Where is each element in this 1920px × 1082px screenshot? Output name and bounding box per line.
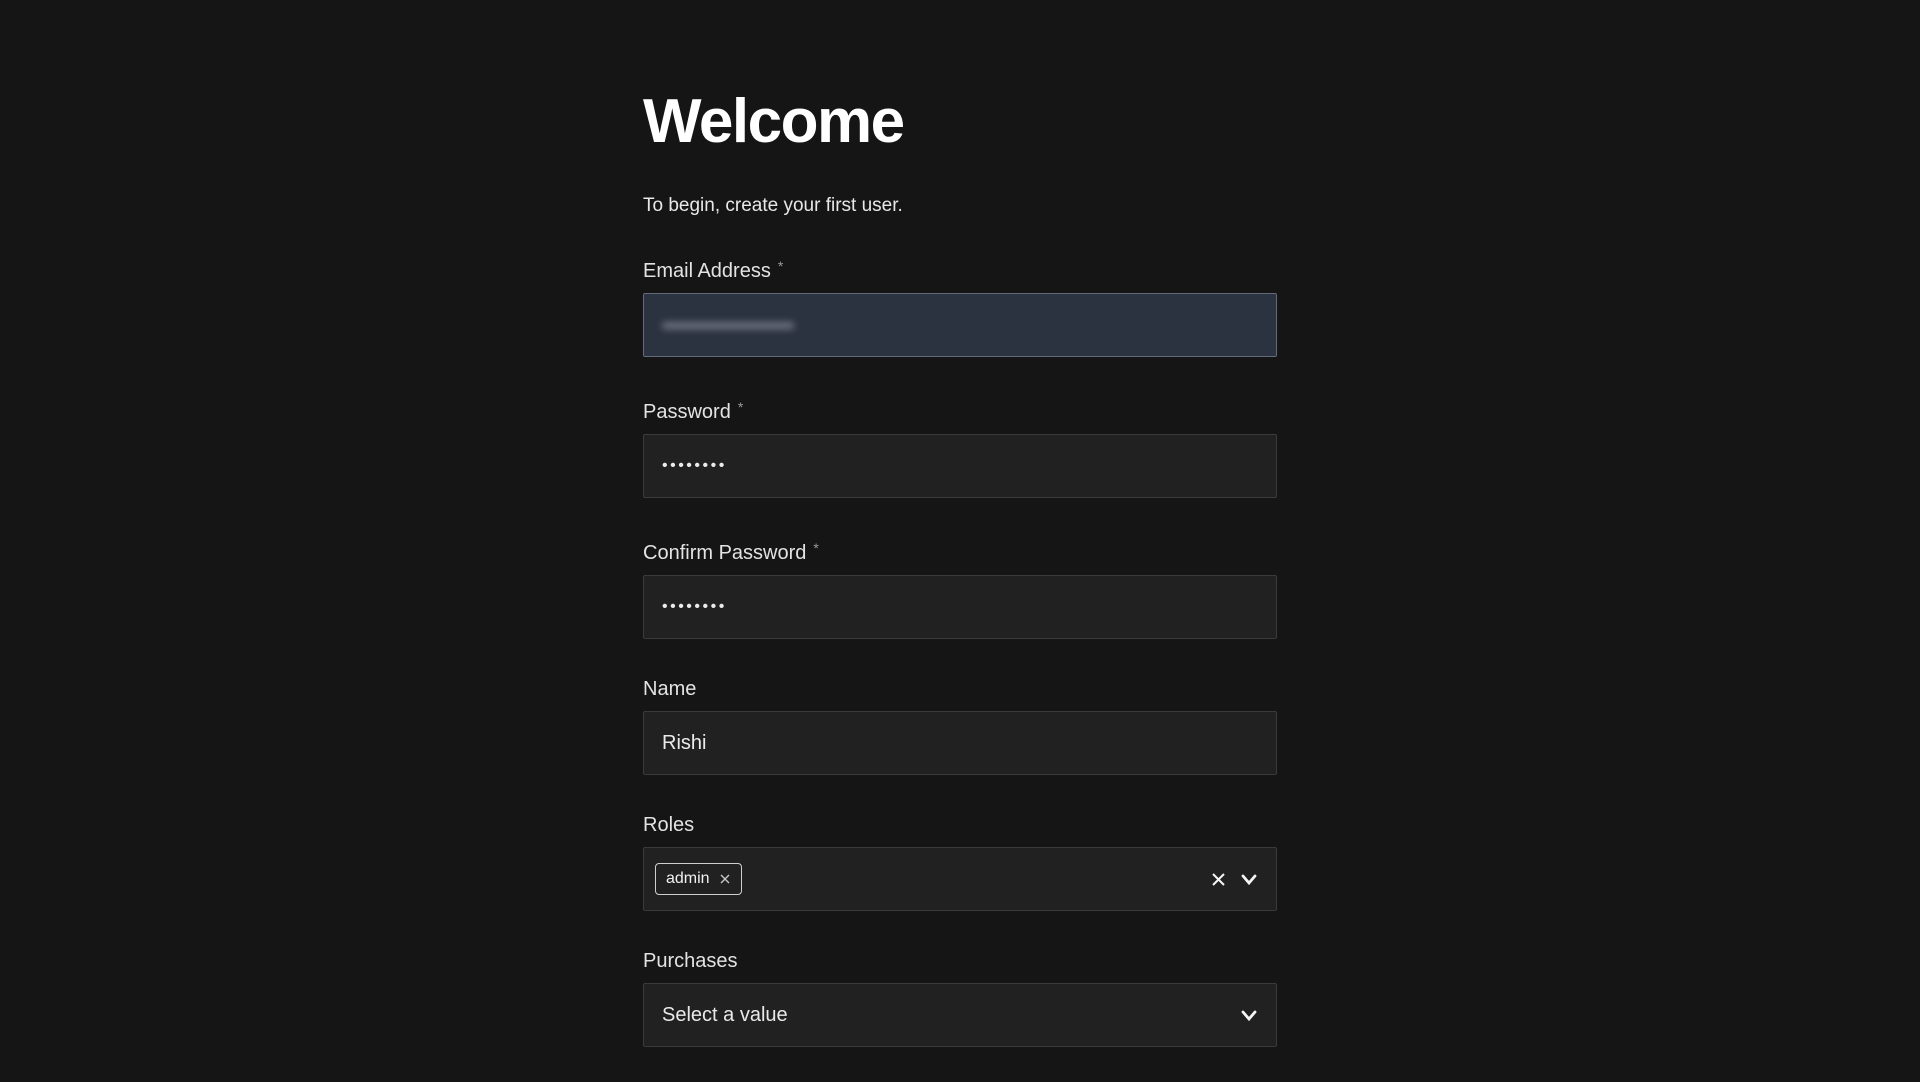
password-input[interactable] xyxy=(643,434,1277,498)
chevron-down-icon[interactable] xyxy=(1240,870,1258,888)
email-label-text: Email Address xyxy=(643,260,771,282)
required-asterisk: * xyxy=(738,399,743,415)
chevron-down-icon[interactable] xyxy=(1240,1006,1258,1024)
roles-label-text: Roles xyxy=(643,814,694,836)
name-input[interactable] xyxy=(643,711,1277,775)
password-label-text: Password xyxy=(643,401,731,423)
confirm-password-label: Confirm Password * xyxy=(643,536,1277,565)
purchases-placeholder: Select a value xyxy=(662,1004,788,1027)
name-field-group: Name xyxy=(643,677,1277,775)
email-label: Email Address * xyxy=(643,254,1277,283)
roles-multiselect[interactable]: admin xyxy=(643,847,1277,911)
create-first-user-panel: Welcome To begin, create your first user… xyxy=(643,0,1277,1082)
redacted-email-value: ●●●●●●●●●●●●●●●●●●●●●●●● xyxy=(662,318,794,332)
password-label: Password * xyxy=(643,395,1277,424)
purchases-label: Purchases xyxy=(643,949,1277,973)
name-label-text: Name xyxy=(643,678,696,700)
page-subtitle: To begin, create your first user. xyxy=(643,194,1277,218)
page-title: Welcome xyxy=(643,88,1277,156)
roles-field-group: Roles admin xyxy=(643,813,1277,911)
required-asterisk: * xyxy=(813,540,818,556)
chip-remove-icon[interactable] xyxy=(719,873,731,885)
confirm-password-field-group: Confirm Password * xyxy=(643,536,1277,639)
purchases-label-text: Purchases xyxy=(643,950,738,972)
purchases-select[interactable]: Select a value xyxy=(643,983,1277,1047)
clear-icon[interactable] xyxy=(1210,871,1227,888)
name-label: Name xyxy=(643,677,1277,701)
role-chip-admin[interactable]: admin xyxy=(655,863,742,895)
password-field-group: Password * xyxy=(643,395,1277,498)
confirm-password-input[interactable] xyxy=(643,575,1277,639)
role-chip-label: admin xyxy=(666,870,710,888)
required-asterisk: * xyxy=(778,258,783,274)
purchases-field-group: Purchases Select a value xyxy=(643,949,1277,1047)
email-input[interactable]: ●●●●●●●●●●●●●●●●●●●●●●●● xyxy=(643,293,1277,357)
roles-label: Roles xyxy=(643,813,1277,837)
confirm-password-label-text: Confirm Password xyxy=(643,542,806,564)
email-field-group: Email Address * ●●●●●●●●●●●●●●●●●●●●●●●● xyxy=(643,254,1277,357)
